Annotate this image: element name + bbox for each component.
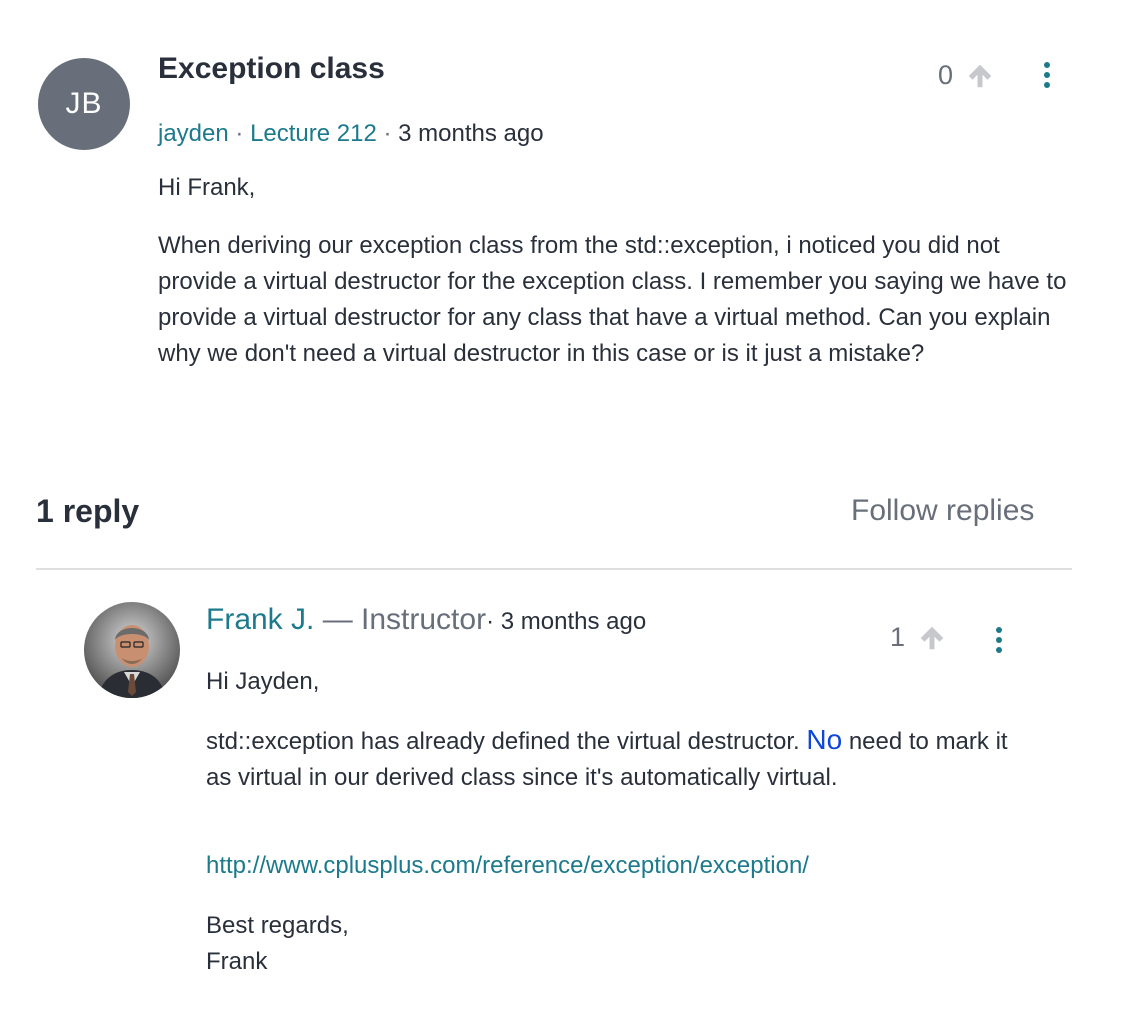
reply-body-text: std::exception has already defined the v… <box>206 728 807 755</box>
reply-vote: 1 <box>890 622 947 653</box>
role-label: — Instructor <box>314 603 487 636</box>
meta-separator: · <box>376 120 399 147</box>
vote-count: 0 <box>938 60 954 90</box>
divider <box>36 568 1072 570</box>
reply-greeting: Hi Jayden, <box>206 668 320 695</box>
signature-line: Best regards, <box>206 912 349 939</box>
arrow-up-icon[interactable] <box>965 61 995 91</box>
timestamp: · 3 months ago <box>486 608 647 635</box>
author-link[interactable]: jayden <box>158 120 229 147</box>
instructor-photo-icon <box>84 602 180 698</box>
question-vote: 0 <box>938 60 995 91</box>
kebab-menu-icon[interactable] <box>1037 60 1057 90</box>
timestamp: 3 months ago <box>398 120 544 147</box>
highlighted-word: No <box>806 724 843 755</box>
meta-separator: · <box>228 120 251 147</box>
question-body: When deriving our exception class from t… <box>158 232 1067 367</box>
signature-name: Frank <box>206 948 268 975</box>
arrow-up-icon[interactable] <box>917 623 947 653</box>
reply-body: std::exception has already defined the v… <box>206 722 1016 796</box>
follow-replies-button[interactable]: Follow replies <box>851 494 1034 528</box>
lecture-link[interactable]: Lecture 212 <box>250 120 377 147</box>
avatar[interactable]: JB <box>38 58 130 150</box>
vote-count: 1 <box>890 622 906 652</box>
kebab-menu-icon[interactable] <box>989 625 1009 655</box>
reply-count: 1 reply <box>36 493 140 529</box>
question-meta: jayden · Lecture 212 · 3 months ago <box>158 120 544 148</box>
question-greeting: Hi Frank, <box>158 174 256 201</box>
avatar[interactable] <box>84 602 180 698</box>
reference-link[interactable]: http://www.cplusplus.com/reference/excep… <box>206 852 809 880</box>
signature: Best regards, Frank <box>206 908 349 980</box>
reply-author-line: Frank J. — Instructor· 3 months ago <box>206 603 646 637</box>
question-title[interactable]: Exception class <box>158 52 385 86</box>
instructor-name-link[interactable]: Frank J. <box>206 603 314 636</box>
